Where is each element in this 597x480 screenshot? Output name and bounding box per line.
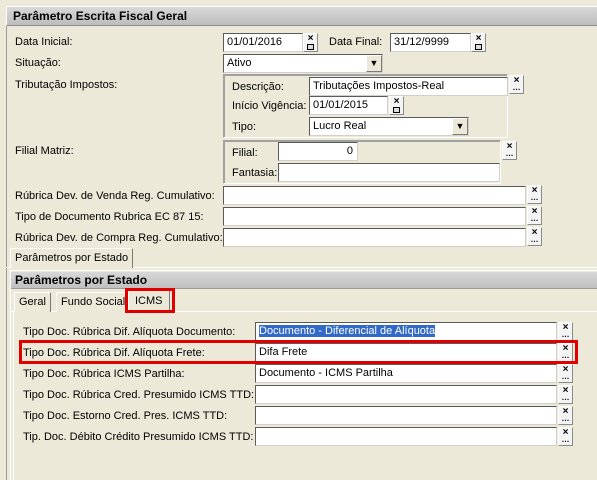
rubrica-compra-buttons[interactable]: ×…	[527, 227, 542, 246]
tab-parametros-por-estado[interactable]: Parâmetros por Estado	[10, 248, 134, 268]
data-final-buttons[interactable]: ×	[471, 33, 486, 52]
icms-row-input[interactable]	[255, 427, 557, 446]
chevron-down-icon[interactable]: ▼	[452, 118, 468, 135]
tipo-doc-ec-buttons[interactable]: ×…	[527, 206, 542, 225]
tributacao-label: Tributação Impostos:	[15, 79, 118, 91]
tab-fundo-social[interactable]: Fundo Social	[56, 292, 131, 312]
frete-row-highlight	[19, 340, 578, 364]
descricao-label: Descrição:	[232, 81, 284, 93]
data-final-label: Data Final:	[329, 36, 383, 48]
rubrica-venda-buttons[interactable]: ×…	[527, 185, 542, 204]
fantasia-input[interactable]	[278, 163, 500, 182]
ellipsis-icon[interactable]: …	[528, 236, 541, 245]
x-icon[interactable]: ×	[304, 34, 317, 44]
tipo-doc-ec-label: Tipo de Documento Rubrica EC 87 15:	[15, 211, 204, 223]
calendar-icon[interactable]	[307, 44, 314, 50]
inicio-vigencia-input[interactable]: 01/01/2015	[309, 96, 388, 115]
filial-label: Filial:	[232, 147, 258, 159]
tipo-select[interactable]: Lucro Real	[309, 117, 469, 136]
filial-lookup-buttons[interactable]: ×…	[502, 141, 517, 160]
situacao-label: Situação:	[15, 57, 61, 69]
icms-row-buttons[interactable]: ×…	[558, 427, 573, 446]
ellipsis-icon[interactable]: …	[528, 215, 541, 224]
icms-row-input[interactable]: Documento - ICMS Partilha	[255, 364, 557, 383]
ellipsis-icon[interactable]: …	[559, 331, 572, 340]
icms-row-buttons[interactable]: ×…	[558, 364, 573, 383]
icms-row-label: Tip. Doc. Débito Crédito Presumido ICMS …	[23, 431, 254, 443]
x-icon[interactable]: ×	[472, 34, 485, 44]
icms-row-label: Tipo Doc. Rúbrica Dif. Alíquota Document…	[23, 326, 236, 338]
tipo-doc-ec-input[interactable]	[223, 207, 526, 226]
tipo-label: Tipo:	[232, 121, 257, 133]
ellipsis-icon[interactable]: …	[510, 84, 523, 93]
icms-row-label: Tipo Doc. Estorno Cred. Pres. ICMS TTD:	[23, 410, 228, 422]
data-inicial-input[interactable]: 01/01/2016	[223, 33, 303, 52]
ellipsis-icon[interactable]: …	[559, 436, 572, 445]
ellipsis-icon[interactable]: …	[503, 150, 516, 159]
icms-row-input[interactable]	[255, 385, 557, 404]
inicio-vigencia-buttons[interactable]: ×	[389, 96, 404, 115]
data-inicial-label: Data Inicial:	[15, 36, 73, 48]
ellipsis-icon[interactable]: …	[528, 194, 541, 203]
inicio-vigencia-label: Início Vigência:	[232, 100, 307, 112]
ellipsis-icon[interactable]: …	[559, 373, 572, 382]
calendar-icon[interactable]	[393, 107, 400, 113]
data-inicial-buttons[interactable]: ×	[303, 33, 318, 52]
ellipsis-icon[interactable]: …	[559, 415, 572, 424]
icms-row-buttons[interactable]: ×…	[558, 385, 573, 404]
ellipsis-icon[interactable]: …	[559, 394, 572, 403]
data-final-input[interactable]: 31/12/9999	[390, 33, 471, 52]
estado-title: Parâmetros por Estado	[11, 272, 597, 289]
chevron-down-icon[interactable]: ▼	[366, 55, 382, 72]
icms-row-buttons[interactable]: ×…	[558, 406, 573, 425]
icms-row-buttons[interactable]: ×…	[558, 322, 573, 341]
selected-text: Documento - Diferencial de Alíquota	[259, 325, 436, 337]
icms-row-label: Tipo Doc. Rúbrica Cred. Presumido ICMS T…	[23, 389, 255, 401]
tab-geral[interactable]: Geral	[14, 292, 51, 312]
filial-matriz-label: Filial Matriz:	[15, 145, 74, 157]
rubrica-venda-input[interactable]	[223, 186, 526, 205]
tributacao-lookup-buttons[interactable]: ×…	[509, 75, 524, 94]
rubrica-venda-label: Rúbrica Dev. de Venda Reg. Cumulativo:	[15, 190, 215, 202]
panel-title: Parâmetro Escrita Fiscal Geral	[6, 6, 597, 26]
descricao-input[interactable]: Tributações Impostos-Real	[309, 77, 508, 96]
icms-row-input[interactable]	[255, 406, 557, 425]
calendar-icon[interactable]	[475, 44, 482, 50]
filial-input[interactable]: 0	[278, 142, 358, 161]
x-icon[interactable]: ×	[390, 97, 403, 107]
fantasia-label: Fantasia:	[232, 167, 278, 179]
rubrica-compra-label: Rúbrica Dev. de Compra Reg. Cumulativo:	[15, 232, 223, 244]
rubrica-compra-input[interactable]	[223, 228, 526, 247]
situacao-select[interactable]: Ativo	[223, 54, 383, 73]
icms-row-input[interactable]: Documento - Diferencial de Alíquota	[255, 322, 557, 341]
icms-tab-highlight	[125, 288, 175, 313]
icms-row-label: Tipo Doc. Rúbrica ICMS Partilha:	[23, 368, 185, 380]
